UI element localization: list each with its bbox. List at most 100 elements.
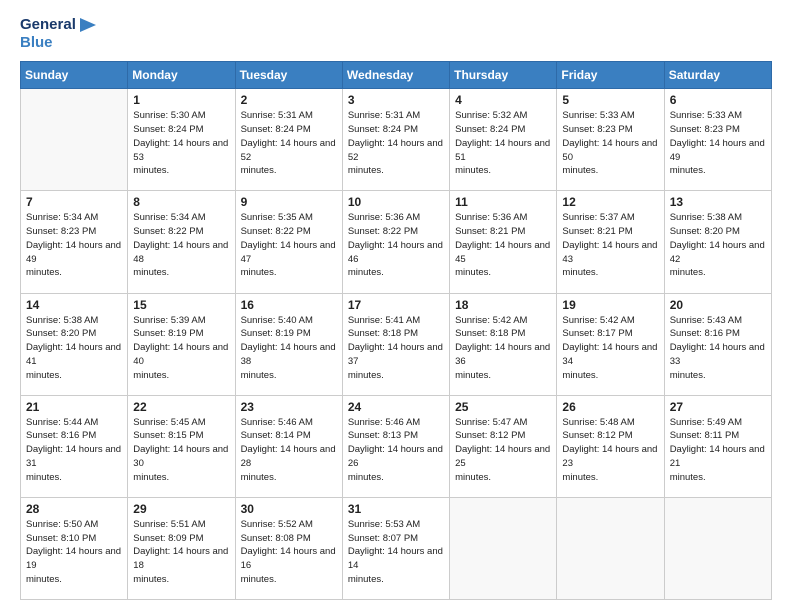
calendar-cell: 19Sunrise: 5:42 AMSunset: 8:17 PMDayligh… bbox=[557, 293, 664, 395]
day-info: Sunrise: 5:31 AMSunset: 8:24 PMDaylight:… bbox=[348, 109, 444, 178]
day-info: Sunrise: 5:46 AMSunset: 8:13 PMDaylight:… bbox=[348, 416, 444, 485]
calendar-cell: 2Sunrise: 5:31 AMSunset: 8:24 PMDaylight… bbox=[235, 89, 342, 191]
day-info: Sunrise: 5:36 AMSunset: 8:21 PMDaylight:… bbox=[455, 211, 551, 280]
calendar-cell: 17Sunrise: 5:41 AMSunset: 8:18 PMDayligh… bbox=[342, 293, 449, 395]
logo-general: General bbox=[20, 16, 76, 33]
day-info: Sunrise: 5:37 AMSunset: 8:21 PMDaylight:… bbox=[562, 211, 658, 280]
day-info: Sunrise: 5:30 AMSunset: 8:24 PMDaylight:… bbox=[133, 109, 229, 178]
day-number: 7 bbox=[26, 195, 122, 209]
week-row-4: 28 Sunrise: 5:50 AMSunset: 8:10 PMDayligh… bbox=[21, 497, 772, 599]
day-info: Sunrise: 5:49 AMSunset: 8:11 PMDaylight:… bbox=[670, 416, 766, 485]
calendar-cell: 11 Sunrise: 5:36 AMSunset: 8:21 PMDayligh… bbox=[450, 191, 557, 293]
day-number: 31 bbox=[348, 502, 444, 516]
day-number: 17 bbox=[348, 298, 444, 312]
day-info: Sunrise: 5:51 AMSunset: 8:09 PMDaylight:… bbox=[133, 518, 229, 587]
day-number: 6 bbox=[670, 93, 766, 107]
day-number: 24 bbox=[348, 400, 444, 414]
day-number: 10 bbox=[348, 195, 444, 209]
calendar-cell: 30 Sunrise: 5:52 AMSunset: 8:08 PMDayligh… bbox=[235, 497, 342, 599]
day-info: Sunrise: 5:38 AMSunset: 8:20 PMDaylight:… bbox=[670, 211, 766, 280]
calendar-cell: 22Sunrise: 5:45 AMSunset: 8:15 PMDayligh… bbox=[128, 395, 235, 497]
day-number: 20 bbox=[670, 298, 766, 312]
week-row-0: 1 Sunrise: 5:30 AMSunset: 8:24 PMDaylight… bbox=[21, 89, 772, 191]
calendar-cell: 27 Sunrise: 5:49 AMSunset: 8:11 PMDayligh… bbox=[664, 395, 771, 497]
col-header-monday: Monday bbox=[128, 62, 235, 89]
calendar-cell: 4Sunrise: 5:32 AMSunset: 8:24 PMDaylight… bbox=[450, 89, 557, 191]
day-number: 29 bbox=[133, 502, 229, 516]
col-header-sunday: Sunday bbox=[21, 62, 128, 89]
calendar-cell: 15 Sunrise: 5:39 AMSunset: 8:19 PMDayligh… bbox=[128, 293, 235, 395]
calendar-cell: 18 Sunrise: 5:42 AMSunset: 8:18 PMDayligh… bbox=[450, 293, 557, 395]
calendar-cell: 21 Sunrise: 5:44 AMSunset: 8:16 PMDayligh… bbox=[21, 395, 128, 497]
calendar-cell: 13 Sunrise: 5:38 AMSunset: 8:20 PMDayligh… bbox=[664, 191, 771, 293]
calendar-cell: 5 Sunrise: 5:33 AMSunset: 8:23 PMDaylight… bbox=[557, 89, 664, 191]
calendar-cell: 3 Sunrise: 5:31 AMSunset: 8:24 PMDaylight… bbox=[342, 89, 449, 191]
calendar-cell: 14Sunrise: 5:38 AMSunset: 8:20 PMDayligh… bbox=[21, 293, 128, 395]
calendar-cell: 8Sunrise: 5:34 AMSunset: 8:22 PMDaylight… bbox=[128, 191, 235, 293]
calendar-cell: 10 Sunrise: 5:36 AMSunset: 8:22 PMDayligh… bbox=[342, 191, 449, 293]
calendar-cell: 24 Sunrise: 5:46 AMSunset: 8:13 PMDayligh… bbox=[342, 395, 449, 497]
calendar-cell: 12 Sunrise: 5:37 AMSunset: 8:21 PMDayligh… bbox=[557, 191, 664, 293]
calendar-cell: 23Sunrise: 5:46 AMSunset: 8:14 PMDayligh… bbox=[235, 395, 342, 497]
day-info: Sunrise: 5:44 AMSunset: 8:16 PMDaylight:… bbox=[26, 416, 122, 485]
day-number: 25 bbox=[455, 400, 551, 414]
col-header-saturday: Saturday bbox=[664, 62, 771, 89]
logo-chevron-icon bbox=[78, 16, 98, 34]
day-number: 26 bbox=[562, 400, 658, 414]
day-number: 13 bbox=[670, 195, 766, 209]
calendar-header-row: SundayMondayTuesdayWednesdayThursdayFrid… bbox=[21, 62, 772, 89]
day-number: 16 bbox=[241, 298, 337, 312]
day-number: 14 bbox=[26, 298, 122, 312]
day-number: 15 bbox=[133, 298, 229, 312]
day-info: Sunrise: 5:35 AMSunset: 8:22 PMDaylight:… bbox=[241, 211, 337, 280]
calendar-cell: 28 Sunrise: 5:50 AMSunset: 8:10 PMDayligh… bbox=[21, 497, 128, 599]
day-number: 5 bbox=[562, 93, 658, 107]
day-info: Sunrise: 5:33 AMSunset: 8:23 PMDaylight:… bbox=[670, 109, 766, 178]
week-row-3: 21 Sunrise: 5:44 AMSunset: 8:16 PMDayligh… bbox=[21, 395, 772, 497]
day-number: 21 bbox=[26, 400, 122, 414]
day-info: Sunrise: 5:32 AMSunset: 8:24 PMDaylight:… bbox=[455, 109, 551, 178]
day-info: Sunrise: 5:39 AMSunset: 8:19 PMDaylight:… bbox=[133, 314, 229, 383]
day-info: Sunrise: 5:48 AMSunset: 8:12 PMDaylight:… bbox=[562, 416, 658, 485]
calendar-cell: 16 Sunrise: 5:40 AMSunset: 8:19 PMDayligh… bbox=[235, 293, 342, 395]
day-number: 22 bbox=[133, 400, 229, 414]
day-info: Sunrise: 5:34 AMSunset: 8:22 PMDaylight:… bbox=[133, 211, 229, 280]
day-number: 28 bbox=[26, 502, 122, 516]
day-info: Sunrise: 5:53 AMSunset: 8:07 PMDaylight:… bbox=[348, 518, 444, 587]
day-number: 18 bbox=[455, 298, 551, 312]
day-info: Sunrise: 5:33 AMSunset: 8:23 PMDaylight:… bbox=[562, 109, 658, 178]
day-info: Sunrise: 5:36 AMSunset: 8:22 PMDaylight:… bbox=[348, 211, 444, 280]
col-header-thursday: Thursday bbox=[450, 62, 557, 89]
day-number: 23 bbox=[241, 400, 337, 414]
day-info: Sunrise: 5:52 AMSunset: 8:08 PMDaylight:… bbox=[241, 518, 337, 587]
logo-wordmark: General Blue bbox=[20, 16, 98, 51]
day-number: 12 bbox=[562, 195, 658, 209]
calendar-cell: 9Sunrise: 5:35 AMSunset: 8:22 PMDaylight… bbox=[235, 191, 342, 293]
week-row-1: 7Sunrise: 5:34 AMSunset: 8:23 PMDaylight… bbox=[21, 191, 772, 293]
day-info: Sunrise: 5:40 AMSunset: 8:19 PMDaylight:… bbox=[241, 314, 337, 383]
day-info: Sunrise: 5:50 AMSunset: 8:10 PMDaylight:… bbox=[26, 518, 122, 587]
calendar-cell: 29 Sunrise: 5:51 AMSunset: 8:09 PMDayligh… bbox=[128, 497, 235, 599]
logo-blue: Blue bbox=[20, 34, 98, 51]
calendar-cell bbox=[664, 497, 771, 599]
header: General Blue bbox=[20, 16, 772, 51]
day-number: 2 bbox=[241, 93, 337, 107]
col-header-wednesday: Wednesday bbox=[342, 62, 449, 89]
day-info: Sunrise: 5:47 AMSunset: 8:12 PMDaylight:… bbox=[455, 416, 551, 485]
day-number: 3 bbox=[348, 93, 444, 107]
calendar-cell bbox=[450, 497, 557, 599]
calendar-cell: 25 Sunrise: 5:47 AMSunset: 8:12 PMDayligh… bbox=[450, 395, 557, 497]
day-info: Sunrise: 5:42 AMSunset: 8:18 PMDaylight:… bbox=[455, 314, 551, 383]
day-number: 30 bbox=[241, 502, 337, 516]
calendar-table: SundayMondayTuesdayWednesdayThursdayFrid… bbox=[20, 61, 772, 600]
calendar-cell: 1 Sunrise: 5:30 AMSunset: 8:24 PMDaylight… bbox=[128, 89, 235, 191]
calendar-cell: 20 Sunrise: 5:43 AMSunset: 8:16 PMDayligh… bbox=[664, 293, 771, 395]
calendar-cell: 26 Sunrise: 5:48 AMSunset: 8:12 PMDayligh… bbox=[557, 395, 664, 497]
calendar-cell: 31 Sunrise: 5:53 AMSunset: 8:07 PMDayligh… bbox=[342, 497, 449, 599]
day-number: 11 bbox=[455, 195, 551, 209]
calendar-cell bbox=[557, 497, 664, 599]
calendar-cell bbox=[21, 89, 128, 191]
day-number: 1 bbox=[133, 93, 229, 107]
day-number: 27 bbox=[670, 400, 766, 414]
day-info: Sunrise: 5:43 AMSunset: 8:16 PMDaylight:… bbox=[670, 314, 766, 383]
